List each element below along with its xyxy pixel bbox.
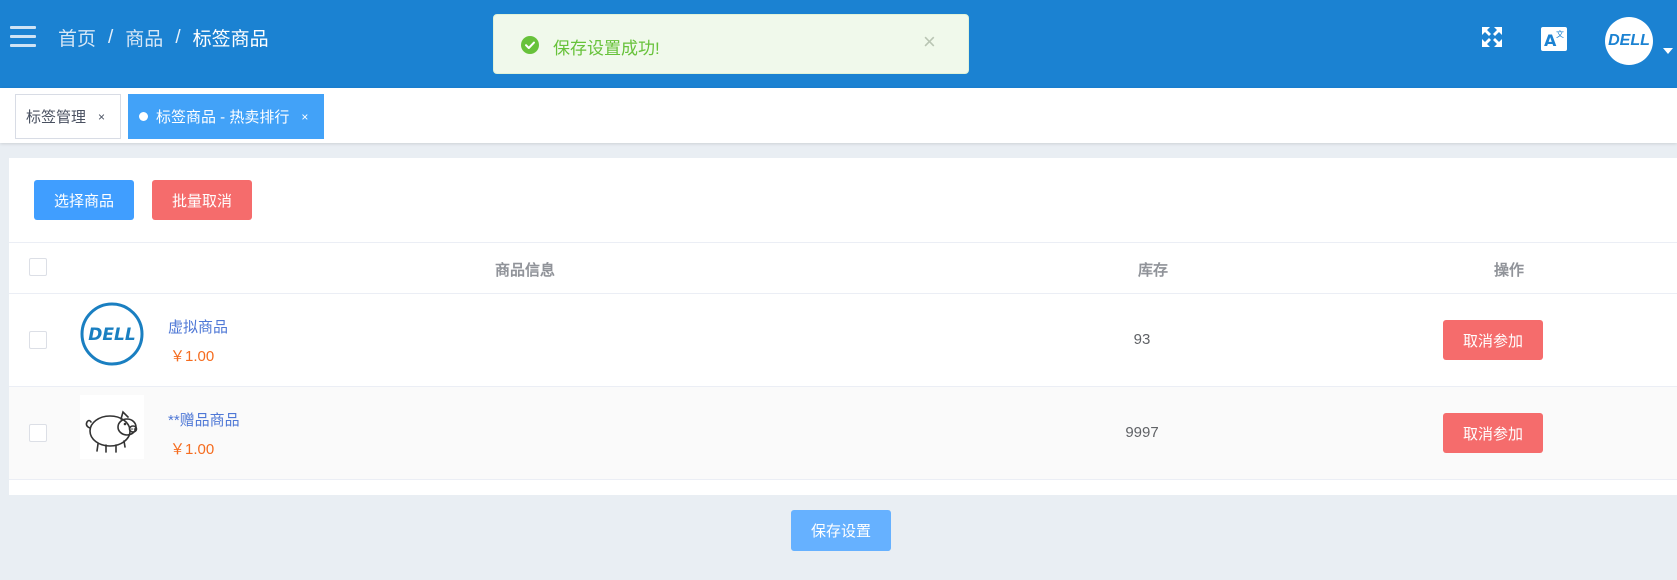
tags-view-bar: 标签管理 × 标签商品 - 热卖排行 × — [0, 88, 1677, 143]
tag-close-icon[interactable]: × — [98, 110, 105, 124]
product-name-link[interactable]: **赠品商品 — [168, 409, 240, 430]
product-stock: 9997 — [1125, 424, 1159, 441]
table-row: DELL 虚拟商品 ￥1.00 93 取消参加 — [9, 294, 1677, 387]
cancel-join-button[interactable]: 取消参加 — [1443, 413, 1543, 453]
row-checkbox[interactable] — [29, 424, 47, 442]
pig-drawing-image — [80, 395, 144, 459]
translate-icon[interactable]: A 文 — [1541, 27, 1567, 51]
toast-message: 保存设置成功! — [553, 39, 660, 58]
main-card: 选择商品 批量取消 商品信息 库存 操作 DELL 虚拟商品 ￥1.00 93 … — [9, 158, 1677, 495]
product-price: ￥1.00 — [170, 441, 215, 458]
success-check-icon — [521, 36, 539, 54]
column-header-stock: 库存 — [1138, 262, 1169, 279]
tag-label: 标签管理 — [26, 109, 87, 126]
breadcrumb: 首页 / 商品 / 标签商品 — [58, 24, 269, 51]
product-name-link[interactable]: 虚拟商品 — [168, 316, 228, 337]
active-dot-icon — [139, 112, 148, 121]
hamburger-menu-icon[interactable] — [10, 26, 36, 48]
breadcrumb-separator: / — [108, 26, 114, 48]
tag-label: 标签商品 - 热卖排行 — [156, 109, 290, 126]
column-header-goods-info: 商品信息 — [495, 262, 556, 279]
svg-text:DELL: DELL — [88, 325, 135, 345]
svg-text:文: 文 — [1556, 29, 1564, 39]
row-checkbox[interactable] — [29, 331, 47, 349]
column-header-action: 操作 — [1494, 262, 1525, 279]
user-avatar[interactable]: DELL — [1605, 17, 1653, 65]
tag-label-management[interactable]: 标签管理 × — [15, 94, 121, 139]
goods-table: 商品信息 库存 操作 DELL 虚拟商品 ￥1.00 93 取消参加 **赠品商… — [9, 242, 1677, 480]
cancel-join-button[interactable]: 取消参加 — [1443, 320, 1543, 360]
tag-close-icon[interactable]: × — [301, 110, 308, 124]
select-all-checkbox[interactable] — [29, 258, 47, 276]
select-goods-button[interactable]: 选择商品 — [34, 180, 134, 220]
breadcrumb-goods[interactable]: 商品 — [125, 24, 163, 51]
breadcrumb-separator: / — [175, 26, 181, 48]
caret-down-icon[interactable] — [1663, 48, 1673, 54]
dell-logo-image: DELL — [80, 302, 144, 366]
breadcrumb-current: 标签商品 — [192, 29, 269, 50]
product-price: ￥1.00 — [170, 348, 215, 365]
table-header: 商品信息 库存 操作 — [9, 242, 1677, 294]
fullscreen-icon[interactable] — [1480, 25, 1504, 49]
product-stock: 93 — [1133, 331, 1151, 348]
breadcrumb-home[interactable]: 首页 — [58, 24, 96, 51]
close-icon[interactable]: × — [923, 31, 936, 53]
batch-cancel-button[interactable]: 批量取消 — [152, 180, 252, 220]
table-row: **赠品商品 ￥1.00 9997 取消参加 — [9, 387, 1677, 480]
save-settings-button[interactable]: 保存设置 — [791, 510, 891, 551]
tag-label-goods-active[interactable]: 标签商品 - 热卖排行 × — [128, 94, 324, 139]
success-toast: 保存设置成功! × — [493, 14, 969, 74]
